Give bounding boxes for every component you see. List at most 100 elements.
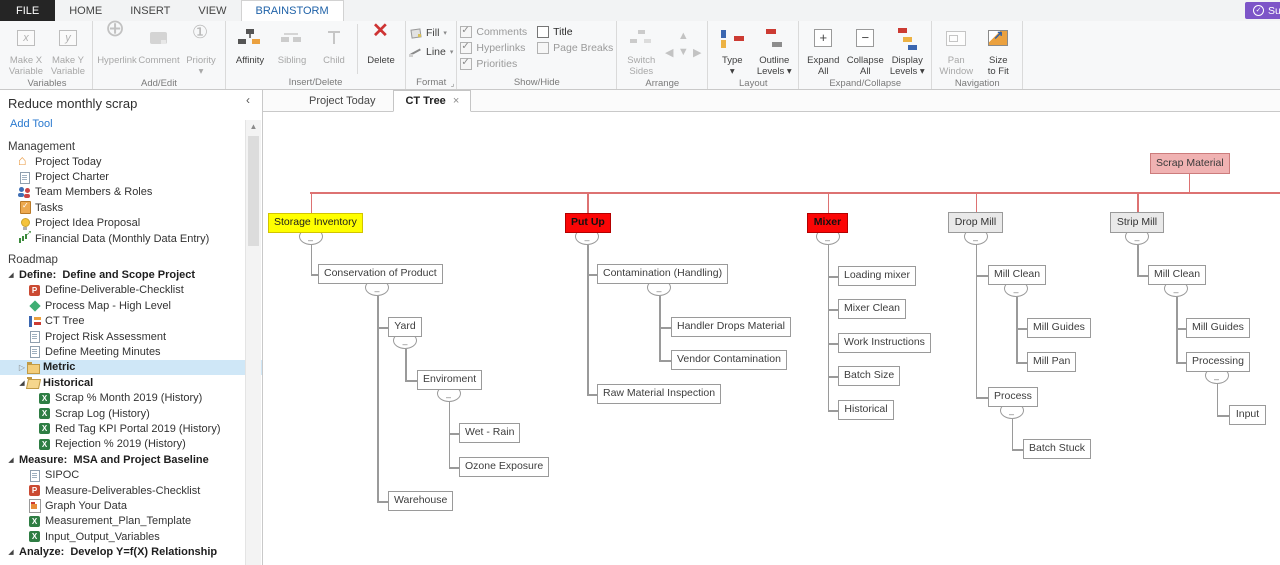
sidebar-item-ct-tree[interactable]: CT Tree	[0, 314, 262, 329]
checkbox-hyperlinks[interactable]: Hyperlinks	[460, 42, 527, 54]
tree-node-conservation-of-product[interactable]: Conservation of Product	[318, 264, 443, 284]
tree-node-mill-clean[interactable]: Mill Clean	[988, 265, 1046, 285]
tree-node-enviroment[interactable]: Enviroment	[417, 370, 482, 390]
roadmap-phase-define-define-and-scope-projec[interactable]: ◢Define: Define and Scope Project	[0, 267, 262, 282]
arrange-left-icon[interactable]: ◀	[665, 46, 673, 59]
tree-node-yard[interactable]: Yard	[388, 317, 422, 337]
tree-node-drop-mill[interactable]: Drop Mill	[948, 212, 1003, 233]
sidebar-item-metric[interactable]: ▷Metric	[0, 360, 262, 375]
sidebar-item-scrap-month-2019-history-[interactable]: Scrap % Month 2019 (History)	[0, 390, 262, 405]
tree-node-scrap-material[interactable]: Scrap Material	[1150, 153, 1230, 174]
sidebar-item-measure-deliverables-checklist[interactable]: Measure-Deliverables-Checklist	[0, 483, 262, 498]
sibling-button[interactable]: Sibling	[271, 22, 313, 66]
sidebar-item-process-map-high-level[interactable]: Process Map - High Level	[0, 298, 262, 313]
collapse-panel-chevron-icon[interactable]: ‹	[246, 93, 250, 107]
sidebar-item-project-idea-proposal[interactable]: Project Idea Proposal	[0, 216, 262, 231]
collapse-button[interactable]: Collapse All	[844, 22, 886, 77]
checkbox-priorities[interactable]: Priorities	[460, 58, 527, 70]
size-button[interactable]: Size to Fit	[977, 22, 1019, 77]
checkbox-comments[interactable]: Comments	[460, 26, 527, 38]
sidebar-item-team-members-roles[interactable]: Team Members & Roles	[0, 185, 262, 200]
hyperlink-button[interactable]: Hyperlink	[96, 22, 138, 66]
sidebar-item-input-output-variables[interactable]: Input_Output_Variables	[0, 529, 262, 544]
tree-node-work-instructions[interactable]: Work Instructions	[838, 333, 931, 353]
sidebar-item-scrap-log-history-[interactable]: Scrap Log (History)	[0, 406, 262, 421]
expanded-arrow-icon[interactable]: ◢	[7, 271, 15, 279]
roadmap-phase-analyze-develop-y-f-x-relation[interactable]: ◢Analyze: Develop Y=f(X) Relationship	[0, 544, 262, 559]
type-button[interactable]: Type ▾	[711, 22, 753, 77]
tree-node-strip-mill[interactable]: Strip Mill	[1110, 212, 1164, 233]
tree-node-batch-size[interactable]: Batch Size	[838, 366, 900, 386]
sidebar-item-red-tag-kpi-portal-2019-histor[interactable]: Red Tag KPI Portal 2019 (History)	[0, 421, 262, 436]
arrange-right-icon[interactable]: ▶	[693, 46, 701, 59]
checkbox-title[interactable]: Title	[537, 26, 613, 38]
sidebar-scrollbar[interactable]: ▲	[245, 120, 261, 565]
priority-button[interactable]: Priority ▾	[180, 22, 222, 77]
sidebar-item-project-risk-assessment[interactable]: Project Risk Assessment	[0, 329, 262, 344]
checkbox-page-breaks[interactable]: Page Breaks	[537, 42, 613, 54]
fill-button[interactable]: Fill▾	[409, 24, 453, 41]
diagram-canvas[interactable]: Scrap MaterialStorage Inventory–Conserva…	[263, 112, 1280, 565]
sidebar-item-financial-data-monthly-data-en[interactable]: Financial Data (Monthly Data Entry)	[0, 231, 262, 246]
tree-node-vendor-contamination[interactable]: Vendor Contamination	[671, 350, 787, 370]
checkbox-icon[interactable]	[460, 42, 472, 54]
tree-node-raw-material-inspection[interactable]: Raw Material Inspection	[597, 384, 721, 404]
ribbon-tab-insert[interactable]: INSERT	[116, 0, 184, 21]
tree-node-warehouse[interactable]: Warehouse	[388, 491, 453, 511]
sidebar-item-graph-your-data[interactable]: Graph Your Data	[0, 498, 262, 513]
submit-button[interactable]: ✓ Submit	[1245, 2, 1280, 19]
collapsed-arrow-icon[interactable]: ▷	[18, 363, 26, 372]
comment-button[interactable]: Comment	[138, 22, 180, 66]
tree-node-input[interactable]: Input	[1229, 405, 1266, 425]
ribbon-tab-view[interactable]: VIEW	[184, 0, 240, 21]
line-button[interactable]: Line▾	[409, 43, 453, 60]
tree-node-mill-guides[interactable]: Mill Guides	[1027, 318, 1091, 338]
checkbox-icon[interactable]	[537, 26, 549, 38]
arrange-down-icon[interactable]: ▼	[678, 46, 689, 58]
tree-node-loading-mixer[interactable]: Loading mixer	[838, 266, 916, 286]
dialog-launcher-icon[interactable]: ⌟	[451, 80, 455, 88]
tree-node-mixer[interactable]: Mixer	[807, 213, 848, 233]
checkbox-icon[interactable]	[537, 42, 549, 54]
tree-node-ozone-exposure[interactable]: Ozone Exposure	[459, 457, 549, 477]
tree-node-mixer-clean[interactable]: Mixer Clean	[838, 299, 906, 319]
tree-node-processing[interactable]: Processing	[1186, 352, 1250, 372]
ribbon-tab-file[interactable]: FILE	[0, 0, 55, 21]
add-tool-link[interactable]: Add Tool	[0, 114, 262, 133]
switch-button[interactable]: Switch Sides	[620, 22, 662, 77]
delete-button[interactable]: Delete	[360, 22, 402, 66]
checkbox-icon[interactable]	[460, 26, 472, 38]
tree-node-batch-stuck[interactable]: Batch Stuck	[1023, 439, 1091, 459]
sidebar-item-define-deliverable-checklist[interactable]: Define-Deliverable-Checklist	[0, 283, 262, 298]
tree-node-wet-rain[interactable]: Wet - Rain	[459, 423, 520, 443]
display-button[interactable]: Display Levels ▾	[886, 22, 928, 77]
scroll-thumb[interactable]	[248, 136, 259, 246]
ribbon-tab-brainstorm[interactable]: BRAINSTORM	[241, 0, 344, 21]
sidebar-item-sipoc[interactable]: SIPOC	[0, 467, 262, 482]
expanded-arrow-icon[interactable]: ◢	[7, 548, 15, 556]
roadmap-phase-measure-msa-and-project-baseli[interactable]: ◢Measure: MSA and Project Baseline	[0, 452, 262, 467]
sidebar-item-measurement-plan-template[interactable]: Measurement_Plan_Template	[0, 514, 262, 529]
tree-node-put-up[interactable]: Put Up	[565, 213, 611, 233]
pan-button[interactable]: Pan Window	[935, 22, 977, 77]
expand-button[interactable]: Expand All	[802, 22, 844, 77]
sidebar-item-rejection-2019-history-[interactable]: Rejection % 2019 (History)	[0, 437, 262, 452]
tree-node-mill-pan[interactable]: Mill Pan	[1027, 352, 1076, 372]
outline-button[interactable]: Outline Levels ▾	[753, 22, 795, 77]
sidebar-item-project-today[interactable]: Project Today	[0, 154, 262, 169]
expanded-arrow-icon[interactable]: ◢	[7, 456, 15, 464]
doc-tab-ct-tree[interactable]: CT Tree×	[393, 90, 471, 112]
sidebar-item-historical[interactable]: ◢Historical	[0, 375, 262, 390]
sidebar-item-tasks[interactable]: Tasks	[0, 200, 262, 215]
sidebar-item-project-charter[interactable]: Project Charter	[0, 169, 262, 184]
make-x-button[interactable]: Make X Variable	[5, 22, 47, 77]
tree-node-historical[interactable]: Historical	[838, 400, 894, 420]
arrange-up-icon[interactable]: ▲	[678, 30, 689, 42]
tree-node-storage-inventory[interactable]: Storage Inventory	[268, 213, 363, 233]
make-y-button[interactable]: Make Y Variable	[47, 22, 89, 77]
child-button[interactable]: Child	[313, 22, 355, 66]
sidebar-item-define-meeting-minutes[interactable]: Define Meeting Minutes	[0, 344, 262, 359]
scroll-up-icon[interactable]: ▲	[246, 120, 261, 134]
close-tab-icon[interactable]: ×	[453, 95, 459, 107]
tree-node-process[interactable]: Process	[988, 387, 1038, 407]
